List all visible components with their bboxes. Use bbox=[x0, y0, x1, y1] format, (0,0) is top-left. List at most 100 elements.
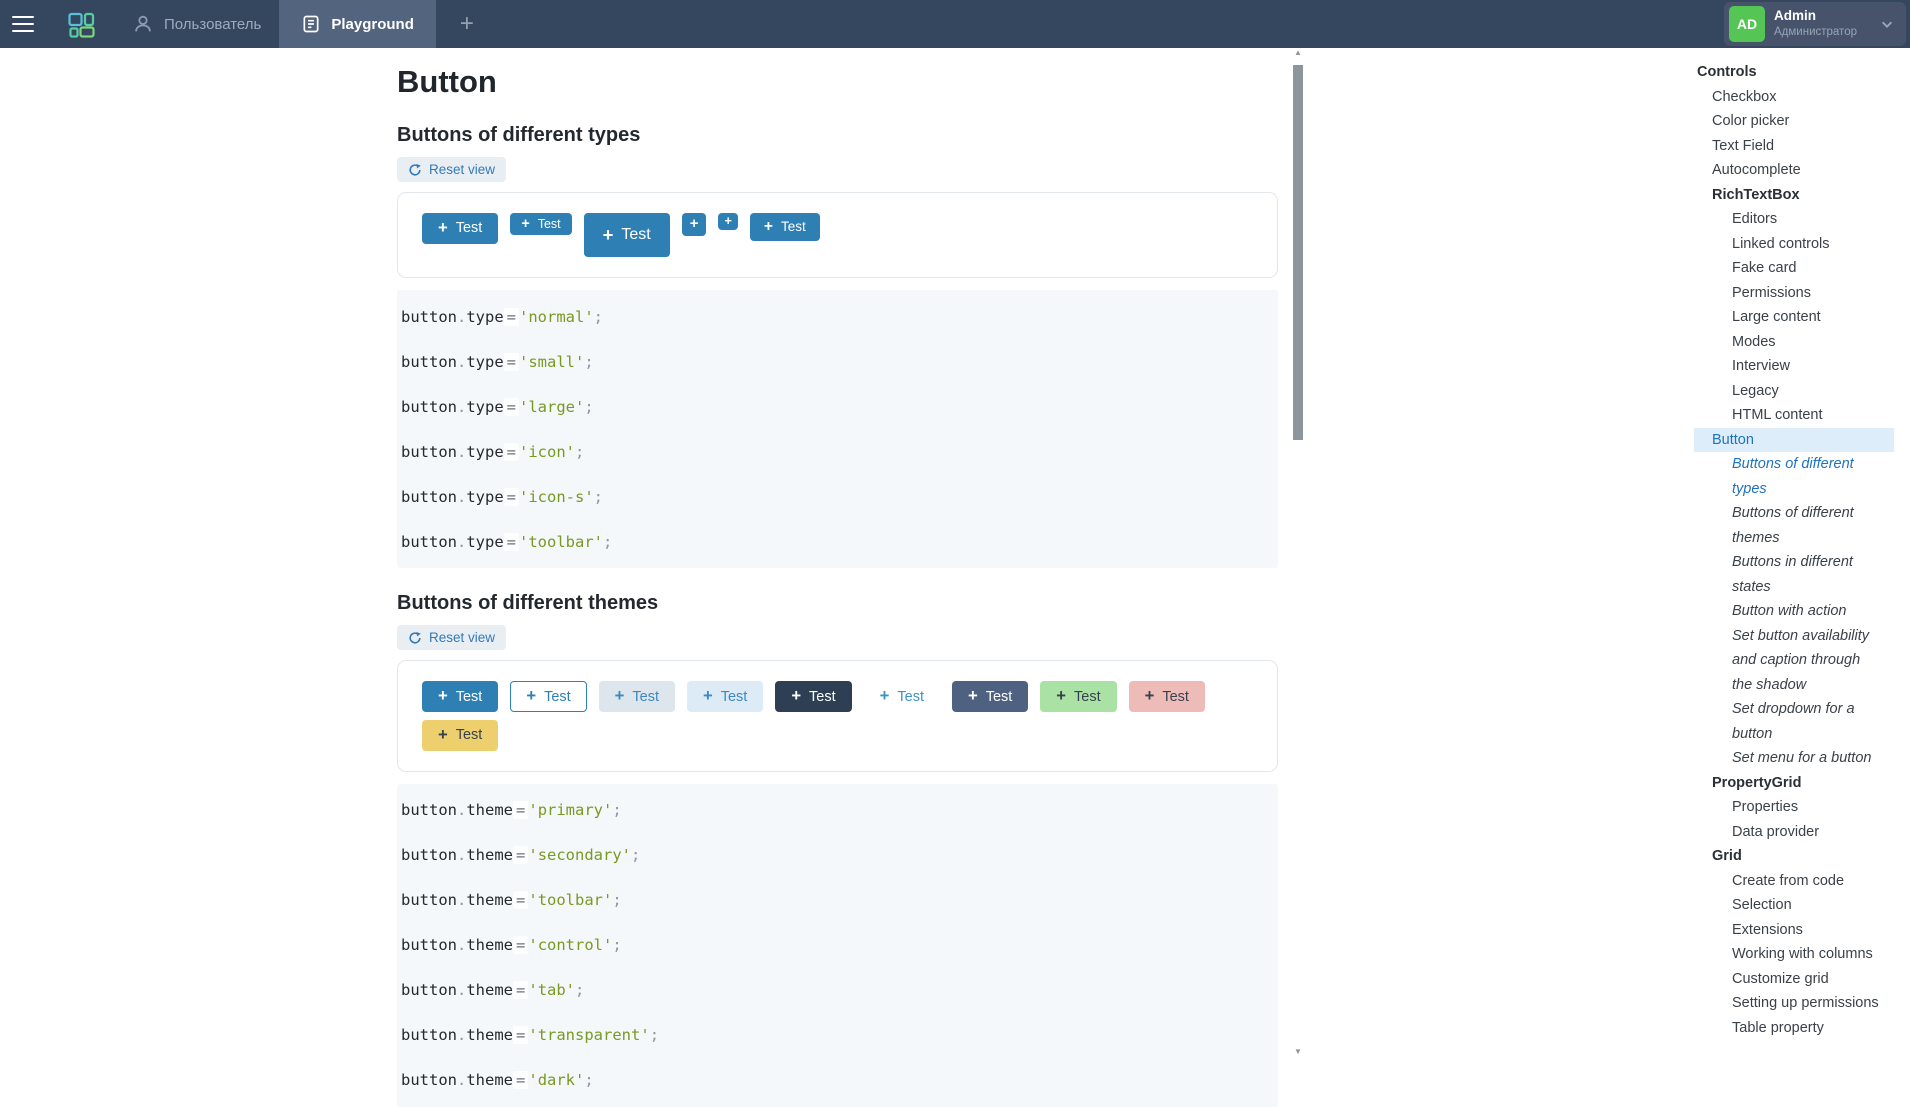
test-button[interactable]: +Test bbox=[422, 213, 498, 244]
sidebar-item[interactable]: Fake card bbox=[1694, 256, 1883, 281]
sidebar-item[interactable]: Permissions bbox=[1694, 281, 1883, 306]
section-types: Buttons of different types Reset view +T… bbox=[397, 124, 1278, 568]
sidebar-item[interactable]: Buttons of different themes bbox=[1694, 501, 1883, 550]
sidebar-item[interactable]: Interview bbox=[1694, 354, 1883, 379]
sidebar-item[interactable]: Table property bbox=[1694, 1016, 1883, 1041]
types-button-row: +Test +Test +Test + + +Test bbox=[422, 213, 1253, 257]
sidebar-item[interactable]: Editors bbox=[1694, 207, 1883, 232]
code-block-types: button.type = 'normal';button.type = 'sm… bbox=[397, 290, 1278, 568]
code-string: 'secondary' bbox=[528, 846, 631, 864]
plus-icon: + bbox=[703, 688, 713, 705]
code-dot: . bbox=[457, 981, 466, 999]
sidebar-item[interactable]: Buttons in different states bbox=[1694, 550, 1883, 599]
user-menu[interactable]: AD Admin Администратор bbox=[1724, 2, 1906, 46]
sidebar-item[interactable]: HTML content bbox=[1694, 403, 1883, 428]
test-button[interactable]: +Test bbox=[584, 213, 670, 257]
tab-playground-label: Playground bbox=[331, 16, 414, 33]
code-string: 'tab' bbox=[528, 981, 575, 999]
scrollbar-thumb[interactable] bbox=[1293, 65, 1303, 440]
code-line: button.theme = 'tab'; bbox=[401, 968, 1278, 1013]
sidebar-item[interactable]: Button bbox=[1694, 428, 1894, 453]
code-dot: . bbox=[457, 398, 466, 416]
dashboard-icon[interactable] bbox=[58, 0, 104, 48]
button-label: Test bbox=[456, 727, 483, 743]
sidebar-item[interactable]: Selection bbox=[1694, 893, 1883, 918]
test-button[interactable]: +Test bbox=[510, 213, 571, 235]
sidebar-item[interactable]: Properties bbox=[1694, 795, 1883, 820]
tab-user[interactable]: Пользователь bbox=[114, 0, 279, 48]
sidebar-item[interactable]: Set dropdown for a button bbox=[1694, 697, 1883, 746]
sidebar-item[interactable]: Setting up permissions bbox=[1694, 991, 1883, 1016]
code-string: 'toolbar' bbox=[528, 891, 612, 909]
test-button[interactable]: +Test bbox=[687, 681, 763, 712]
test-button[interactable]: + bbox=[718, 213, 737, 230]
code-semicolon: ; bbox=[584, 398, 593, 416]
hamburger-menu-icon[interactable] bbox=[0, 0, 46, 48]
sidebar-item[interactable]: Color picker bbox=[1694, 109, 1894, 134]
test-button[interactable]: +Test bbox=[864, 681, 940, 712]
code-semicolon: ; bbox=[612, 936, 621, 954]
code-property: theme bbox=[466, 1026, 513, 1044]
sidebar-item[interactable]: Buttons of different types bbox=[1694, 452, 1883, 501]
code-equals: = bbox=[513, 1026, 528, 1044]
sidebar-item[interactable]: Legacy bbox=[1694, 379, 1883, 404]
code-semicolon: ; bbox=[594, 488, 603, 506]
test-button[interactable]: + bbox=[682, 213, 707, 236]
code-line: button.type = 'toolbar'; bbox=[401, 519, 1278, 564]
sidebar-item[interactable]: Customize grid bbox=[1694, 967, 1883, 992]
sidebar-item[interactable]: Data provider bbox=[1694, 820, 1883, 845]
reset-view-button[interactable]: Reset view bbox=[397, 625, 506, 650]
sidebar-item[interactable]: Button with action bbox=[1694, 599, 1883, 624]
sidebar-item[interactable]: Working with columns bbox=[1694, 942, 1883, 967]
reset-view-button[interactable]: Reset view bbox=[397, 157, 506, 182]
sidebar-item[interactable]: Extensions bbox=[1694, 918, 1883, 943]
test-button[interactable]: +Test bbox=[510, 681, 586, 712]
tab-playground[interactable]: Playground bbox=[279, 0, 436, 48]
test-button[interactable]: + Test bbox=[422, 720, 498, 751]
sidebar-item[interactable]: RichTextBox bbox=[1694, 183, 1894, 208]
plus-icon: + bbox=[438, 727, 448, 744]
user-info: Admin Администратор bbox=[1774, 8, 1857, 39]
chevron-down-icon[interactable] bbox=[1880, 17, 1894, 31]
sidebar-item[interactable]: Text Field bbox=[1694, 134, 1894, 159]
code-property: type bbox=[466, 308, 503, 326]
scroll-down-arrow[interactable]: ▼ bbox=[1291, 1047, 1305, 1057]
button-label: Test bbox=[1074, 689, 1101, 705]
sidebar-item[interactable]: Linked controls bbox=[1694, 232, 1883, 257]
test-button[interactable]: +Test bbox=[750, 213, 820, 241]
scroll-up-arrow[interactable]: ▲ bbox=[1291, 48, 1305, 58]
test-button[interactable]: +Test bbox=[1040, 681, 1116, 712]
sidebar-item[interactable]: Set button availability and caption thro… bbox=[1694, 624, 1883, 698]
test-button[interactable]: +Test bbox=[422, 681, 498, 712]
test-button[interactable]: +Test bbox=[1129, 681, 1205, 712]
reset-view-label: Reset view bbox=[429, 162, 495, 177]
sidebar-item[interactable]: Modes bbox=[1694, 330, 1883, 355]
plus-icon: + bbox=[526, 688, 536, 705]
sidebar-item[interactable]: Controls bbox=[1694, 60, 1894, 85]
button-label: Test bbox=[456, 220, 483, 236]
sidebar-item[interactable]: PropertyGrid bbox=[1694, 771, 1894, 796]
sidebar-item[interactable]: Autocomplete bbox=[1694, 158, 1894, 183]
vertical-scrollbar[interactable]: ▲ ▼ bbox=[1291, 48, 1305, 1059]
add-tab-icon[interactable]: + bbox=[452, 12, 482, 36]
sidebar-item[interactable]: Set menu for a button bbox=[1694, 746, 1883, 771]
page-title: Button bbox=[397, 64, 1278, 100]
plus-icon: + bbox=[690, 217, 699, 232]
code-string: 'icon-s' bbox=[519, 488, 594, 506]
section-heading: Buttons of different themes bbox=[397, 592, 1278, 615]
code-dot: . bbox=[457, 1071, 466, 1089]
test-button[interactable]: +Test bbox=[599, 681, 675, 712]
code-semicolon: ; bbox=[631, 846, 640, 864]
sidebar-item[interactable]: Create from code bbox=[1694, 869, 1883, 894]
code-equals: = bbox=[513, 1071, 528, 1089]
code-dot: . bbox=[457, 801, 466, 819]
sidebar-item[interactable]: Grid bbox=[1694, 844, 1894, 869]
test-button[interactable]: +Test bbox=[952, 681, 1028, 712]
themes-button-row: +Test+Test+Test+Test+Test+Test+Test+Test… bbox=[422, 681, 1253, 712]
sidebar-item[interactable]: Large content bbox=[1694, 305, 1883, 330]
code-semicolon: ; bbox=[594, 308, 603, 326]
code-object: button bbox=[401, 488, 457, 506]
code-equals: = bbox=[513, 891, 528, 909]
sidebar-item[interactable]: Checkbox bbox=[1694, 85, 1894, 110]
test-button[interactable]: +Test bbox=[775, 681, 851, 712]
